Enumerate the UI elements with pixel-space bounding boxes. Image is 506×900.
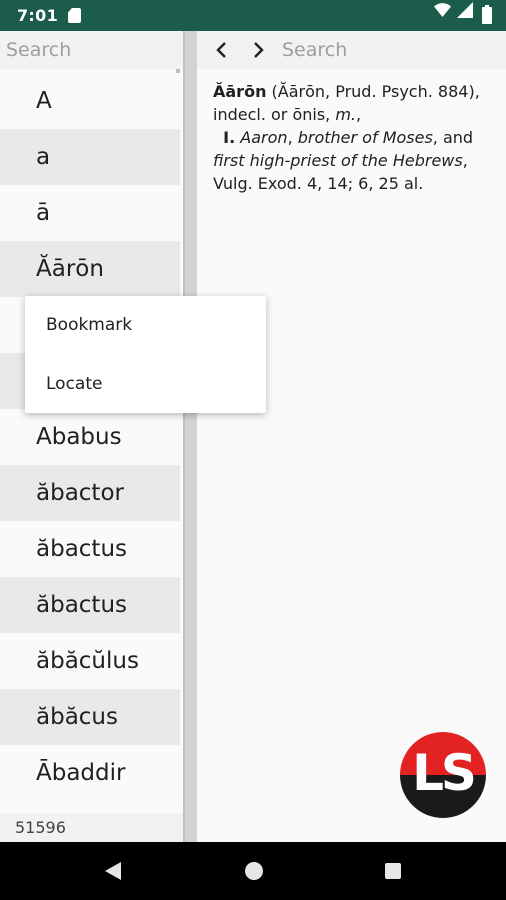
list-item-label: ăbactus (36, 536, 128, 562)
signal-icon (457, 2, 473, 18)
gloss-brother: brother of Moses (297, 128, 433, 147)
list-item[interactable]: Ababus (0, 409, 180, 465)
word-search-placeholder: Search (6, 39, 72, 61)
list-item[interactable]: a (0, 129, 180, 185)
gloss-high-priest: first high-priest of the Hebrews (213, 151, 463, 170)
list-item-label: ā (36, 200, 51, 226)
wifi-icon (434, 3, 451, 17)
list-item[interactable]: ăbăcŭlus (0, 633, 180, 689)
list-item-label: ăbăcŭlus (36, 648, 139, 674)
list-item[interactable]: Ābaddir (0, 745, 180, 801)
back-icon[interactable] (104, 861, 122, 881)
list-item[interactable]: ăbactus (0, 577, 180, 633)
grammar-note-end: , (356, 105, 362, 124)
logo-text: LS (412, 744, 477, 802)
list-item[interactable]: ā (0, 185, 180, 241)
citation: Vulg. Exod. 4, 14; 6, 25 al. (213, 174, 424, 193)
entry-count-bar: 51596 (0, 813, 183, 842)
chevron-left-icon[interactable] (211, 38, 233, 62)
ls-logo-button[interactable]: LS (400, 732, 486, 818)
list-item-label: Ababus (36, 424, 122, 450)
menu-item-bookmark[interactable]: Bookmark (46, 315, 132, 335)
sense-number: I. (223, 128, 236, 147)
list-item-label: A (36, 88, 52, 114)
pane-divider[interactable] (183, 31, 197, 842)
definition-pane: Search Ăārōn (Ăārōn, Prud. Psych. 884), … (197, 31, 506, 842)
headword: Ăārōn (213, 82, 267, 101)
list-item[interactable]: ăbactor (0, 465, 180, 521)
list-item[interactable]: Ăārōn (0, 241, 180, 297)
list-item-label: Ăārōn (36, 256, 104, 282)
status-time: 7:01 (17, 6, 58, 25)
context-menu: Bookmark Locate (25, 296, 266, 413)
gloss-comma: , (462, 151, 468, 170)
battery-icon (482, 5, 492, 24)
list-item-label: ăbactor (36, 480, 124, 506)
list-item-label: ăbactus (36, 592, 128, 618)
gender-note: m. (335, 105, 357, 124)
menu-item-locate[interactable]: Locate (46, 374, 102, 394)
grammar-note: indecl. or ōnis, (213, 105, 336, 124)
word-search-input[interactable]: Search (0, 31, 183, 69)
definition-toolbar: Search (197, 31, 506, 69)
list-item-label: ăbăcus (36, 704, 118, 730)
word-list-pane: Search A a ā Ăārōn Ababus ăbactor ăbactu… (0, 31, 183, 842)
word-list: A a ā Ăārōn Ababus ăbactor ăbactus ăbact… (0, 73, 180, 801)
gloss-sep: , (287, 128, 298, 147)
definition-text: Ăārōn (Ăārōn, Prud. Psych. 884), indecl.… (213, 80, 503, 195)
gloss-and: , and (432, 128, 474, 147)
variant-note: (Ăārōn, Prud. Psych. 884), (266, 82, 480, 101)
sd-card-icon (68, 8, 81, 23)
gloss-aaron: Aaron (240, 128, 288, 147)
list-item-label: Ābaddir (36, 760, 126, 786)
pane-divider-line (183, 31, 185, 842)
home-icon[interactable] (245, 862, 263, 880)
list-item[interactable]: ăbăcus (0, 689, 180, 745)
list-item[interactable]: ăbactus (0, 521, 180, 577)
status-bar: 7:01 (0, 0, 506, 31)
entry-count: 51596 (15, 818, 66, 837)
system-nav-bar (0, 842, 506, 900)
list-item[interactable]: A (0, 73, 180, 129)
chevron-right-icon[interactable] (247, 38, 269, 62)
list-item-label: a (36, 144, 51, 170)
definition-search-input[interactable]: Search (282, 39, 347, 61)
recents-icon[interactable] (385, 863, 401, 879)
